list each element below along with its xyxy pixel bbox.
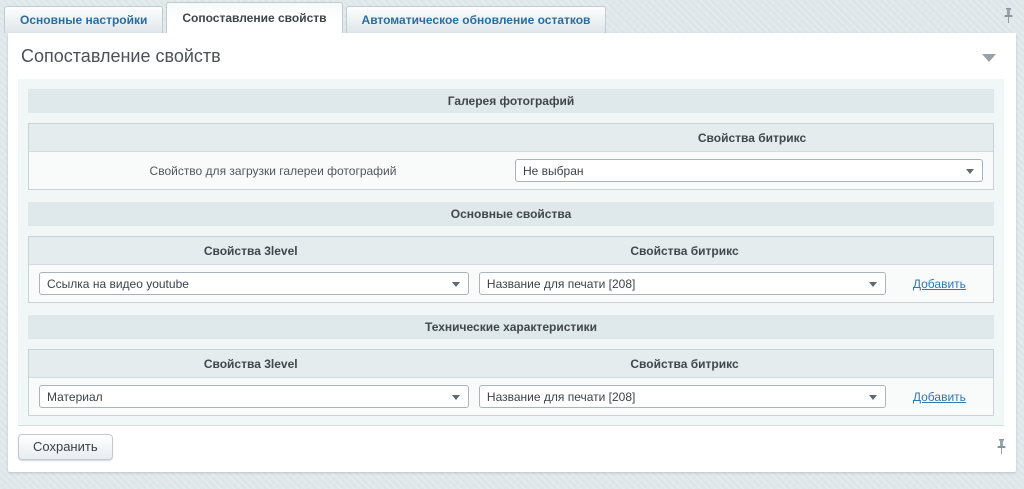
tech-row: Материал Название для печати [208] Добав… xyxy=(29,378,993,415)
add-tech-mapping-link[interactable]: Добавить xyxy=(913,390,966,404)
caret-down-icon xyxy=(452,395,460,400)
gallery-row: Свойство для загрузки галереи фотографий… xyxy=(29,152,993,189)
settings-form: Галерея фотографий Свойства битрикс Свой… xyxy=(18,79,1004,426)
gallery-bitrix-select[interactable]: Не выбран xyxy=(515,159,983,182)
pin-icon[interactable] xyxy=(1002,7,1015,25)
gallery-bitrix-header: Свойства битрикс xyxy=(511,131,993,145)
main-props-bitrix-header: Свойства битрикс xyxy=(472,244,896,258)
page-title: Сопоставление свойств xyxy=(21,46,1002,67)
save-button[interactable]: Сохранить xyxy=(18,434,113,460)
select-value: Название для печати [208] xyxy=(487,277,635,291)
select-value: Материал xyxy=(47,390,103,404)
pin-icon[interactable] xyxy=(995,438,1008,456)
caret-down-icon xyxy=(966,169,974,174)
caret-down-icon xyxy=(452,282,460,287)
section-title-gallery: Галерея фотографий xyxy=(28,89,994,113)
section-title-tech: Технические характеристики xyxy=(28,315,994,339)
tech-3level-header: Свойства 3level xyxy=(29,357,472,371)
select-value: Название для печати [208] xyxy=(487,390,635,404)
section-title-main-props: Основные свойства xyxy=(28,202,994,226)
tech-table-header: Свойства 3level Свойства битрикс xyxy=(29,350,993,378)
tab-stock-update[interactable]: Автоматическое обновление остатков xyxy=(346,6,607,33)
caret-down-icon xyxy=(869,395,877,400)
main-props-bitrix-select[interactable]: Название для печати [208] xyxy=(479,272,886,295)
tech-bitrix-header: Свойства битрикс xyxy=(472,357,896,371)
tech-table: Свойства 3level Свойства битрикс Материа… xyxy=(28,349,994,416)
tab-property-mapping[interactable]: Сопоставление свойств xyxy=(166,2,342,33)
select-value: Не выбран xyxy=(523,164,584,178)
button-bar: Сохранить xyxy=(8,426,1016,468)
panel-header: Сопоставление свойств xyxy=(8,33,1016,79)
main-props-table-header: Свойства 3level Свойства битрикс xyxy=(29,237,993,265)
gallery-row-label: Свойство для загрузки галереи фотографий xyxy=(39,164,507,178)
gallery-table-header: Свойства битрикс xyxy=(29,124,993,152)
main-props-table: Свойства 3level Свойства битрикс Ссылка … xyxy=(28,236,994,303)
tab-main-settings[interactable]: Основные настройки xyxy=(4,6,163,33)
tab-bar: Основные настройки Сопоставление свойств… xyxy=(0,0,1024,33)
caret-down-icon xyxy=(869,282,877,287)
main-props-row: Ссылка на видео youtube Название для печ… xyxy=(29,265,993,302)
content-panel: Сопоставление свойств Галерея фотографий… xyxy=(8,33,1016,472)
tech-bitrix-select[interactable]: Название для печати [208] xyxy=(479,385,886,408)
main-props-3level-header: Свойства 3level xyxy=(29,244,472,258)
main-props-3level-select[interactable]: Ссылка на видео youtube xyxy=(39,272,469,295)
gallery-table: Свойства битрикс Свойство для загрузки г… xyxy=(28,123,994,190)
tech-3level-select[interactable]: Материал xyxy=(39,385,469,408)
select-value: Ссылка на видео youtube xyxy=(47,277,189,291)
add-main-props-mapping-link[interactable]: Добавить xyxy=(913,277,966,291)
chevron-down-icon[interactable] xyxy=(982,54,996,62)
